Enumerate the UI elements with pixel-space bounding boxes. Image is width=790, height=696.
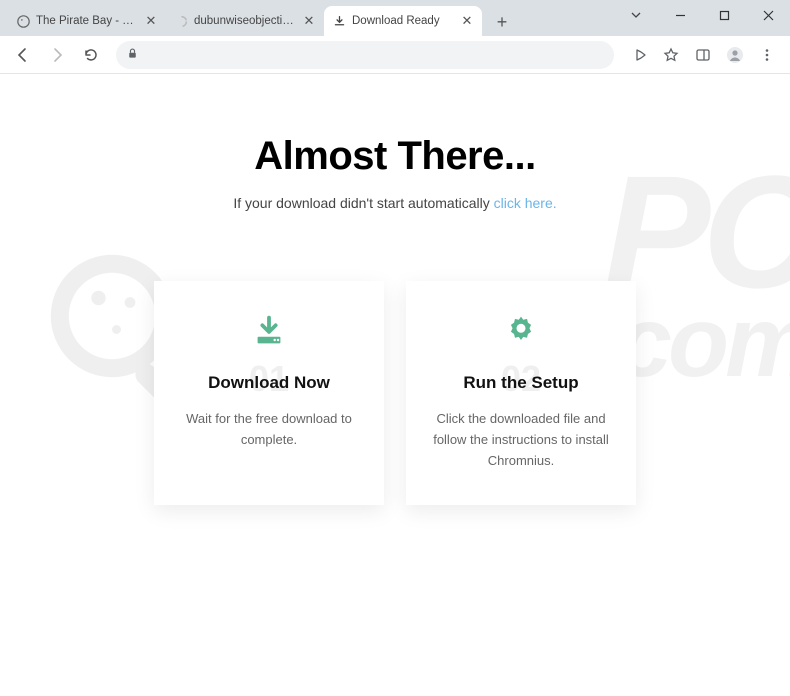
lock-icon: [126, 47, 139, 63]
close-icon[interactable]: ✕: [460, 14, 474, 28]
bookmark-button[interactable]: [656, 40, 686, 70]
tab-title: Download Ready: [352, 15, 454, 27]
tab-0[interactable]: The Pirate Bay - The galaxy's mo ✕: [8, 6, 166, 36]
card-description: Wait for the free download to complete.: [176, 409, 362, 451]
loading-favicon-icon: [174, 14, 188, 28]
card-description: Click the downloaded file and follow the…: [428, 409, 614, 471]
tab-title: dubunwiseobjections.com/27e4: [194, 15, 296, 27]
card-title: Run the Setup: [428, 373, 614, 393]
tab-1[interactable]: dubunwiseobjections.com/27e4 ✕: [166, 6, 324, 36]
forward-button[interactable]: [42, 40, 72, 70]
side-panel-button[interactable]: [688, 40, 718, 70]
step-card-setup: 02 Run the Setup Click the downloaded fi…: [406, 281, 636, 505]
close-icon[interactable]: ✕: [144, 14, 158, 28]
new-tab-button[interactable]: +: [488, 8, 516, 36]
minimize-button[interactable]: [658, 0, 702, 30]
back-button[interactable]: [8, 40, 38, 70]
profile-button[interactable]: [720, 40, 750, 70]
gear-icon: [428, 309, 614, 353]
menu-button[interactable]: [752, 40, 782, 70]
card-title: Download Now: [176, 373, 362, 393]
download-icon: [176, 309, 362, 353]
download-favicon-icon: [332, 14, 346, 28]
browser-titlebar: The Pirate Bay - The galaxy's mo ✕ dubun…: [0, 0, 790, 36]
address-bar-row: [0, 36, 790, 74]
address-bar[interactable]: [116, 41, 614, 69]
tab-title: The Pirate Bay - The galaxy's mo: [36, 15, 138, 27]
tpb-favicon-icon: [16, 14, 30, 28]
click-here-link[interactable]: click here.: [494, 195, 557, 211]
step-card-download: 01 Download Now Wait for the free downlo…: [154, 281, 384, 505]
hero-subtext-text: If your download didn't start automatica…: [233, 195, 493, 211]
hero-subtext: If your download didn't start automatica…: [40, 195, 750, 211]
maximize-button[interactable]: [702, 0, 746, 30]
share-button[interactable]: [624, 40, 654, 70]
page-content: PC risk.com Almost There... If your down…: [0, 74, 790, 696]
tab-2[interactable]: Download Ready ✕: [324, 6, 482, 36]
hero-title: Almost There...: [40, 134, 750, 179]
close-window-button[interactable]: [746, 0, 790, 30]
window-dropdown-button[interactable]: [614, 0, 658, 30]
close-icon[interactable]: ✕: [302, 14, 316, 28]
reload-button[interactable]: [76, 40, 106, 70]
